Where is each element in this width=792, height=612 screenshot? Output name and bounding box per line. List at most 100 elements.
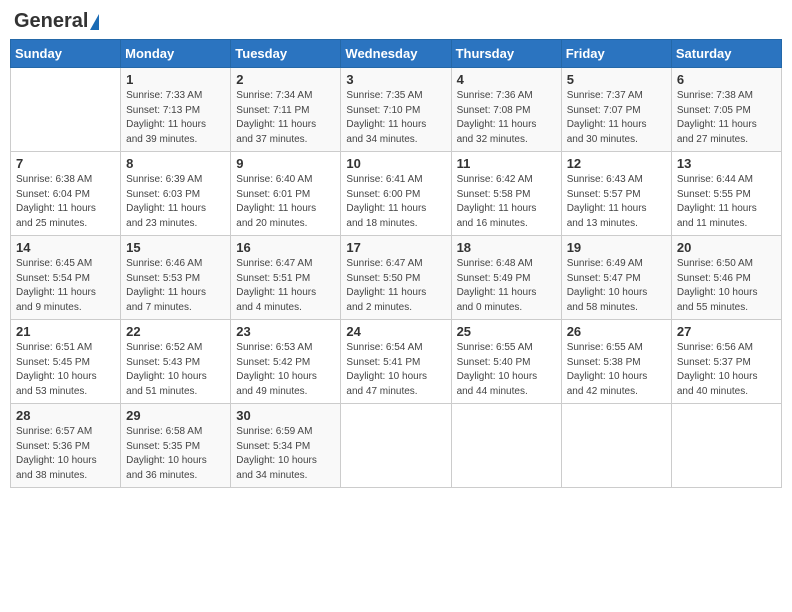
day-info: Sunrise: 6:47 AMSunset: 5:51 PMDaylight:… xyxy=(236,257,335,315)
calendar-cell: 30 Sunrise: 6:59 AMSunset: 5:34 PMDayligh… xyxy=(231,404,341,488)
calendar-cell xyxy=(671,404,781,488)
day-info: Sunrise: 6:52 AMSunset: 5:43 PMDaylight:… xyxy=(126,341,225,399)
calendar-cell: 13 Sunrise: 6:44 AMSunset: 5:55 PMDayligh… xyxy=(671,152,781,236)
calendar-cell xyxy=(341,404,451,488)
calendar-cell: 20 Sunrise: 6:50 AMSunset: 5:46 PMDayligh… xyxy=(671,236,781,320)
calendar-cell: 5Sunrise: 7:37 AMSunset: 7:07 PMDaylight… xyxy=(561,68,671,152)
calendar-header-thursday: Thursday xyxy=(451,40,561,68)
calendar-week-row: 14 Sunrise: 6:45 AMSunset: 5:54 PMDayligh… xyxy=(11,236,782,320)
calendar-cell: 25 Sunrise: 6:55 AMSunset: 5:40 PMDayligh… xyxy=(451,320,561,404)
day-number: 13 xyxy=(677,156,776,171)
day-number: 26 xyxy=(567,324,666,339)
day-info: Sunrise: 7:33 AMSunset: 7:13 PMDaylight:… xyxy=(126,89,225,147)
calendar-cell: 16 Sunrise: 6:47 AMSunset: 5:51 PMDayligh… xyxy=(231,236,341,320)
calendar-cell: 4 Sunrise: 7:36 AMSunset: 7:08 PMDaylight… xyxy=(451,68,561,152)
day-number: 11 xyxy=(457,156,556,171)
day-info: Sunrise: 6:50 AMSunset: 5:46 PMDaylight:… xyxy=(677,257,776,315)
day-number: 27 xyxy=(677,324,776,339)
calendar-header-tuesday: Tuesday xyxy=(231,40,341,68)
calendar-cell: 26 Sunrise: 6:55 AMSunset: 5:38 PMDayligh… xyxy=(561,320,671,404)
calendar-cell: 27 Sunrise: 6:56 AMSunset: 5:37 PMDayligh… xyxy=(671,320,781,404)
day-info: Sunrise: 6:41 AMSunset: 6:00 PMDaylight:… xyxy=(346,173,445,231)
day-number: 15 xyxy=(126,240,225,255)
day-number: 20 xyxy=(677,240,776,255)
calendar-cell: 17Sunrise: 6:47 AMSunset: 5:50 PMDayligh… xyxy=(341,236,451,320)
day-number: 8 xyxy=(126,156,225,171)
page-header: General xyxy=(10,10,782,31)
calendar-cell: 7 Sunrise: 6:38 AMSunset: 6:04 PMDaylight… xyxy=(11,152,121,236)
day-info: Sunrise: 6:55 AMSunset: 5:40 PMDaylight:… xyxy=(457,341,556,399)
calendar-cell: 19Sunrise: 6:49 AMSunset: 5:47 PMDayligh… xyxy=(561,236,671,320)
day-info: Sunrise: 6:39 AMSunset: 6:03 PMDaylight:… xyxy=(126,173,225,231)
day-info: Sunrise: 6:48 AMSunset: 5:49 PMDaylight:… xyxy=(457,257,556,315)
day-info: Sunrise: 6:59 AMSunset: 5:34 PMDaylight:… xyxy=(236,425,335,483)
calendar-week-row: 21 Sunrise: 6:51 AMSunset: 5:45 PMDayligh… xyxy=(11,320,782,404)
day-number: 25 xyxy=(457,324,556,339)
calendar-cell: 11 Sunrise: 6:42 AMSunset: 5:58 PMDayligh… xyxy=(451,152,561,236)
calendar-header-monday: Monday xyxy=(121,40,231,68)
day-number: 7 xyxy=(16,156,115,171)
logo-triangle-icon xyxy=(90,14,99,30)
day-number: 2 xyxy=(236,72,335,87)
calendar-week-row: 1Sunrise: 7:33 AMSunset: 7:13 PMDaylight… xyxy=(11,68,782,152)
logo-general-text: General xyxy=(14,10,88,33)
calendar-cell: 28 Sunrise: 6:57 AMSunset: 5:36 PMDayligh… xyxy=(11,404,121,488)
calendar-cell: 12Sunrise: 6:43 AMSunset: 5:57 PMDayligh… xyxy=(561,152,671,236)
day-info: Sunrise: 6:40 AMSunset: 6:01 PMDaylight:… xyxy=(236,173,335,231)
day-info: Sunrise: 6:49 AMSunset: 5:47 PMDaylight:… xyxy=(567,257,666,315)
calendar-cell: 23 Sunrise: 6:53 AMSunset: 5:42 PMDayligh… xyxy=(231,320,341,404)
day-info: Sunrise: 7:38 AMSunset: 7:05 PMDaylight:… xyxy=(677,89,776,147)
day-info: Sunrise: 6:55 AMSunset: 5:38 PMDaylight:… xyxy=(567,341,666,399)
day-info: Sunrise: 7:36 AMSunset: 7:08 PMDaylight:… xyxy=(457,89,556,147)
day-info: Sunrise: 7:34 AMSunset: 7:11 PMDaylight:… xyxy=(236,89,335,147)
calendar-week-row: 7 Sunrise: 6:38 AMSunset: 6:04 PMDaylight… xyxy=(11,152,782,236)
day-info: Sunrise: 6:42 AMSunset: 5:58 PMDaylight:… xyxy=(457,173,556,231)
calendar-cell: 3 Sunrise: 7:35 AMSunset: 7:10 PMDaylight… xyxy=(341,68,451,152)
calendar-cell: 1Sunrise: 7:33 AMSunset: 7:13 PMDaylight… xyxy=(121,68,231,152)
day-info: Sunrise: 6:57 AMSunset: 5:36 PMDaylight:… xyxy=(16,425,115,483)
day-number: 9 xyxy=(236,156,335,171)
calendar-cell: 29Sunrise: 6:58 AMSunset: 5:35 PMDayligh… xyxy=(121,404,231,488)
day-number: 23 xyxy=(236,324,335,339)
calendar-header-wednesday: Wednesday xyxy=(341,40,451,68)
calendar-cell: 2 Sunrise: 7:34 AMSunset: 7:11 PMDaylight… xyxy=(231,68,341,152)
calendar-cell: 21 Sunrise: 6:51 AMSunset: 5:45 PMDayligh… xyxy=(11,320,121,404)
day-number: 16 xyxy=(236,240,335,255)
day-info: Sunrise: 6:38 AMSunset: 6:04 PMDaylight:… xyxy=(16,173,115,231)
calendar-header-row: SundayMondayTuesdayWednesdayThursdayFrid… xyxy=(11,40,782,68)
calendar-table: SundayMondayTuesdayWednesdayThursdayFrid… xyxy=(10,39,782,488)
day-number: 21 xyxy=(16,324,115,339)
calendar-cell: 6Sunrise: 7:38 AMSunset: 7:05 PMDaylight… xyxy=(671,68,781,152)
day-info: Sunrise: 6:54 AMSunset: 5:41 PMDaylight:… xyxy=(346,341,445,399)
day-number: 3 xyxy=(346,72,445,87)
day-info: Sunrise: 6:44 AMSunset: 5:55 PMDaylight:… xyxy=(677,173,776,231)
calendar-header-sunday: Sunday xyxy=(11,40,121,68)
calendar-cell: 10Sunrise: 6:41 AMSunset: 6:00 PMDayligh… xyxy=(341,152,451,236)
day-info: Sunrise: 6:43 AMSunset: 5:57 PMDaylight:… xyxy=(567,173,666,231)
calendar-cell: 18 Sunrise: 6:48 AMSunset: 5:49 PMDayligh… xyxy=(451,236,561,320)
calendar-cell xyxy=(11,68,121,152)
calendar-cell xyxy=(561,404,671,488)
day-number: 30 xyxy=(236,408,335,423)
day-number: 14 xyxy=(16,240,115,255)
day-info: Sunrise: 7:35 AMSunset: 7:10 PMDaylight:… xyxy=(346,89,445,147)
day-number: 28 xyxy=(16,408,115,423)
logo: General xyxy=(14,10,99,31)
day-info: Sunrise: 6:53 AMSunset: 5:42 PMDaylight:… xyxy=(236,341,335,399)
day-info: Sunrise: 6:56 AMSunset: 5:37 PMDaylight:… xyxy=(677,341,776,399)
calendar-header-saturday: Saturday xyxy=(671,40,781,68)
calendar-cell xyxy=(451,404,561,488)
day-number: 24 xyxy=(346,324,445,339)
day-info: Sunrise: 6:51 AMSunset: 5:45 PMDaylight:… xyxy=(16,341,115,399)
calendar-header-friday: Friday xyxy=(561,40,671,68)
calendar-cell: 14 Sunrise: 6:45 AMSunset: 5:54 PMDayligh… xyxy=(11,236,121,320)
day-info: Sunrise: 7:37 AMSunset: 7:07 PMDaylight:… xyxy=(567,89,666,147)
calendar-cell: 24 Sunrise: 6:54 AMSunset: 5:41 PMDayligh… xyxy=(341,320,451,404)
day-number: 17 xyxy=(346,240,445,255)
calendar-week-row: 28 Sunrise: 6:57 AMSunset: 5:36 PMDayligh… xyxy=(11,404,782,488)
day-number: 22 xyxy=(126,324,225,339)
calendar-cell: 15Sunrise: 6:46 AMSunset: 5:53 PMDayligh… xyxy=(121,236,231,320)
day-info: Sunrise: 6:45 AMSunset: 5:54 PMDaylight:… xyxy=(16,257,115,315)
day-number: 4 xyxy=(457,72,556,87)
day-number: 18 xyxy=(457,240,556,255)
